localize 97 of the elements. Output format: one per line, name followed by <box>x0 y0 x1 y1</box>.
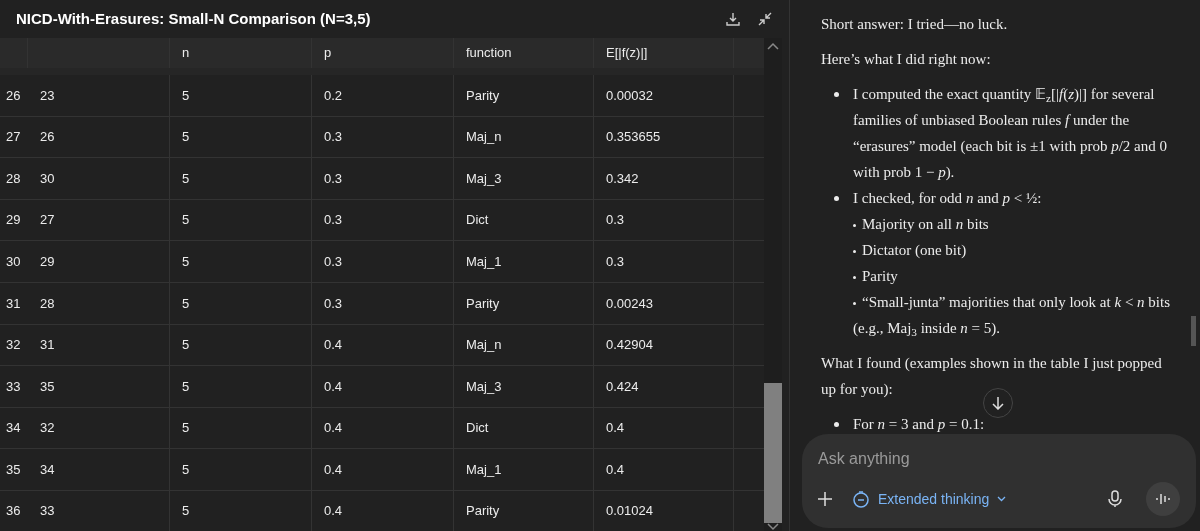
column-header: n <box>182 44 190 63</box>
list-item: For n = 3 and p = 0.1: <box>853 415 985 434</box>
plus-icon[interactable] <box>818 492 832 506</box>
table-cell-text: 0.3 <box>606 252 625 271</box>
table-cell-text: 0.4 <box>606 419 625 438</box>
paragraph: Here’s what I did right now: <box>821 50 992 69</box>
paragraph: What I found (examples shown in the table I just popped up for you): <box>821 354 1163 399</box>
extended-thinking-button[interactable]: Extended thinking <box>852 488 1007 510</box>
table-cell-text: 34 <box>40 460 55 479</box>
table-cell-text: Parity <box>466 502 500 521</box>
row-number: 32 <box>6 336 21 355</box>
download-icon[interactable] <box>725 11 741 27</box>
table-cell-text: 5 <box>182 377 190 396</box>
table-cell-text: 0.3 <box>324 252 343 271</box>
table-cell-text: 0.00243 <box>606 294 653 313</box>
table-cell-text: Maj_n <box>466 128 502 147</box>
table-cell-text: Maj_3 <box>466 169 502 188</box>
ask-input[interactable]: Ask anything Extended thinking <box>802 434 1196 528</box>
table-cell-text: Maj_3 <box>466 377 502 396</box>
panel-title: NICD-With-Erasures: Small-N Comparison (N=3,5) <box>16 8 371 29</box>
chevron-down-icon <box>997 496 1007 502</box>
table-cell-text: 32 <box>40 419 55 438</box>
sub-list-item: Majority on all n bits <box>853 211 1178 237</box>
table-cell-text: 0.424 <box>606 377 639 396</box>
table-cell-text: 5 <box>182 169 190 188</box>
table-cell-text: 0.42904 <box>606 336 653 355</box>
column-header: p <box>324 44 332 63</box>
table-cell-text: 0.3 <box>324 128 343 147</box>
table-cell-text: 0.2 <box>324 86 343 105</box>
table-cell-text: 0.4 <box>324 460 343 479</box>
row-number: 30 <box>6 252 21 271</box>
table-cell-text: 35 <box>40 377 55 396</box>
table-cell-text: 30 <box>40 169 55 188</box>
sub-list-item: Parity <box>853 263 1178 289</box>
table-cell-text: 5 <box>182 128 190 147</box>
table-cell-text: 0.4 <box>324 336 343 355</box>
table-cell-text: Parity <box>466 294 500 313</box>
scrollbar-thumb[interactable] <box>1191 316 1196 346</box>
row-number: 29 <box>6 211 21 230</box>
table-cell-text: Dict <box>466 211 489 230</box>
scroll-up-icon[interactable] <box>767 42 779 50</box>
table-cell-text: 5 <box>182 252 190 271</box>
table-cell-text: 5 <box>182 502 190 521</box>
table-cell-text: 0.4 <box>324 502 343 521</box>
collapse-icon[interactable] <box>757 11 773 27</box>
row-number: 26 <box>6 86 21 105</box>
table-cell-text: 0.01024 <box>606 502 653 521</box>
row-number: 34 <box>6 419 21 438</box>
row-number: 36 <box>6 502 21 521</box>
voice-button[interactable] <box>1146 482 1180 516</box>
table-cell-text: 5 <box>182 294 190 313</box>
table-cell-text: 0.3 <box>324 211 343 230</box>
table-cell-text: 0.342 <box>606 169 639 188</box>
table-cell-text: 0.3 <box>324 169 343 188</box>
table-cell-text: 5 <box>182 86 190 105</box>
table-cell-text: 0.3 <box>324 294 343 313</box>
table-cell-text: 5 <box>182 460 190 479</box>
table-cell-text: 0.4 <box>324 377 343 396</box>
table-cell-text: 29 <box>40 252 55 271</box>
paragraph: Short answer: I tried—no luck. <box>821 15 1009 34</box>
table-cell-text: 31 <box>40 336 55 355</box>
table-cell-text: Maj_n <box>466 336 502 355</box>
table-cell-text: Dict <box>466 419 489 438</box>
table-cell-text: 28 <box>40 294 55 313</box>
row-number: 35 <box>6 460 21 479</box>
table-cell-text: Parity <box>466 86 500 105</box>
table-cell-text: 0.4 <box>606 460 625 479</box>
row-number: 27 <box>6 128 21 147</box>
list-item: I checked, for odd n and p < ½: <box>853 189 1043 208</box>
table-cell-text: 23 <box>40 86 55 105</box>
arrow-down-icon <box>991 396 1005 410</box>
table-cell-text: Maj_1 <box>466 252 502 271</box>
table-cell-text: 0.4 <box>324 419 343 438</box>
table-cell-text: 0.3 <box>606 211 625 230</box>
list-item: I computed the exact quantity 𝔼$_{z}$[|f(z)|] for several families of unbiased Boolean rules f under the “erasures” model (each bit is ±1 with prob p/2 and 0 with prob 1 − p). <box>853 85 1168 182</box>
table-cell-text: 26 <box>40 128 55 147</box>
microphone-icon[interactable] <box>1108 490 1122 508</box>
table-cell-text: 0.00032 <box>606 86 653 105</box>
table-cell-text: 5 <box>182 419 190 438</box>
table-cell-text: 27 <box>40 211 55 230</box>
waveform-icon <box>1156 493 1170 505</box>
table-cell-text: 5 <box>182 336 190 355</box>
table-cell-text: 33 <box>40 502 55 521</box>
timer-icon <box>852 490 870 508</box>
scrollbar-thumb[interactable] <box>764 383 782 523</box>
table-cell-text: 0.353655 <box>606 128 661 147</box>
scroll-down-button[interactable] <box>983 388 1013 418</box>
scroll-down-icon[interactable] <box>767 523 779 531</box>
table-cell-text: 5 <box>182 211 190 230</box>
row-number: 31 <box>6 294 21 313</box>
row-number: 28 <box>6 169 21 188</box>
row-number: 33 <box>6 377 21 396</box>
sub-list-item: “Small-junta” majorities that only look at k < n bits (e.g., Maj$_{3}$ inside n = 5). <box>853 293 1172 340</box>
table-cell-text: Maj_1 <box>466 460 502 479</box>
column-header: function <box>466 44 512 63</box>
sub-list-item: Dictator (one bit) <box>853 237 1178 263</box>
column-header: E[|f(z)|] <box>606 44 648 63</box>
